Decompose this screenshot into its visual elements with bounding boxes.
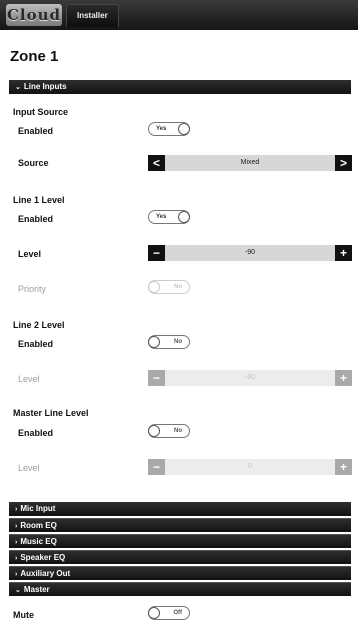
toggle-text: No (174, 339, 182, 345)
group-title-input-source: Input Source (13, 107, 69, 117)
master-line-level-label: Level (18, 463, 40, 473)
line1-level-value: -90 (244, 249, 256, 256)
line1-enabled-label: Enabled (18, 214, 54, 224)
toggle-text: No (174, 428, 182, 434)
toggle-text: No (174, 284, 182, 290)
source-selector[interactable]: < Mixed > (148, 155, 352, 171)
line2-enabled-toggle[interactable]: No (148, 335, 190, 349)
line2-level-label: Level (18, 374, 40, 384)
section-auxiliary-out[interactable]: › Auxiliary Out (9, 566, 351, 580)
section-label: Auxiliary Out (20, 569, 71, 578)
toggle-knob (148, 425, 160, 437)
toggle-knob (178, 211, 190, 223)
section-mic-input[interactable]: › Mic Input (9, 502, 351, 516)
group-title-line-1-level: Line 1 Level (13, 195, 65, 205)
mute-toggle[interactable]: Off (148, 606, 190, 620)
section-room-eq[interactable]: › Room EQ (9, 518, 351, 532)
toggle-text: Off (173, 610, 182, 616)
tab-installer[interactable]: Installer (66, 4, 119, 27)
section-label: Mic Input (20, 504, 56, 513)
minus-icon[interactable]: − (148, 245, 165, 261)
master-line-level-stepper[interactable]: − 0 + (148, 459, 352, 475)
chevron-down-icon: ⌄ (15, 84, 21, 91)
section-master[interactable]: ⌄ Master (9, 582, 351, 596)
toggle-knob (148, 607, 160, 619)
minus-icon[interactable]: − (148, 459, 165, 475)
group-title-master-line-level: Master Line Level (13, 408, 89, 418)
plus-icon[interactable]: + (335, 245, 352, 261)
page-title: Zone 1 (10, 48, 59, 65)
priority-toggle[interactable]: No (148, 280, 190, 294)
section-label: Music EQ (20, 537, 57, 546)
mute-label: Mute (13, 610, 34, 620)
cloud-logo: Cloud (6, 4, 62, 26)
master-line-enabled-toggle[interactable]: No (148, 424, 190, 438)
line2-level-stepper[interactable]: − -90 + (148, 370, 352, 386)
chevron-right-icon: › (15, 539, 18, 546)
input-source-enabled-toggle[interactable]: Yes (148, 122, 190, 136)
minus-icon[interactable]: − (148, 370, 165, 386)
chevron-right-icon: › (15, 506, 18, 513)
toggle-knob (178, 123, 190, 135)
input-source-enabled-label: Enabled (18, 126, 54, 136)
toggle-knob (148, 281, 160, 293)
priority-label: Priority (18, 284, 47, 294)
source-label: Source (18, 158, 49, 168)
group-title-line-2-level: Line 2 Level (13, 320, 65, 330)
master-line-enabled-label: Enabled (18, 428, 54, 438)
chevron-left-icon[interactable]: < (148, 155, 165, 171)
plus-icon[interactable]: + (335, 459, 352, 475)
top-bar: Cloud Installer (0, 0, 358, 30)
section-music-eq[interactable]: › Music EQ (9, 534, 351, 548)
line2-enabled-label: Enabled (18, 339, 54, 349)
source-value: Mixed (240, 159, 260, 166)
line1-level-label: Level (18, 249, 42, 259)
plus-icon[interactable]: + (335, 370, 352, 386)
section-label: Speaker EQ (20, 553, 66, 562)
section-label: Master (23, 585, 50, 594)
master-line-level-value: 0 (248, 463, 252, 470)
section-label: Line Inputs (23, 82, 67, 91)
toggle-knob (148, 336, 160, 348)
line1-enabled-toggle[interactable]: Yes (148, 210, 190, 224)
toggle-text: Yes (156, 126, 167, 132)
chevron-right-icon: › (15, 523, 18, 530)
chevron-right-icon: › (15, 571, 18, 578)
section-speaker-eq[interactable]: › Speaker EQ (9, 550, 351, 564)
chevron-down-icon: ⌄ (15, 587, 21, 594)
section-line-inputs[interactable]: ⌄ Line Inputs (9, 80, 351, 94)
chevron-right-icon: › (15, 555, 18, 562)
line1-level-stepper[interactable]: − -90 + (148, 245, 352, 261)
section-label: Room EQ (20, 521, 57, 530)
line2-level-value: -90 (244, 374, 256, 381)
chevron-right-icon[interactable]: > (335, 155, 352, 171)
toggle-text: Yes (156, 214, 167, 220)
